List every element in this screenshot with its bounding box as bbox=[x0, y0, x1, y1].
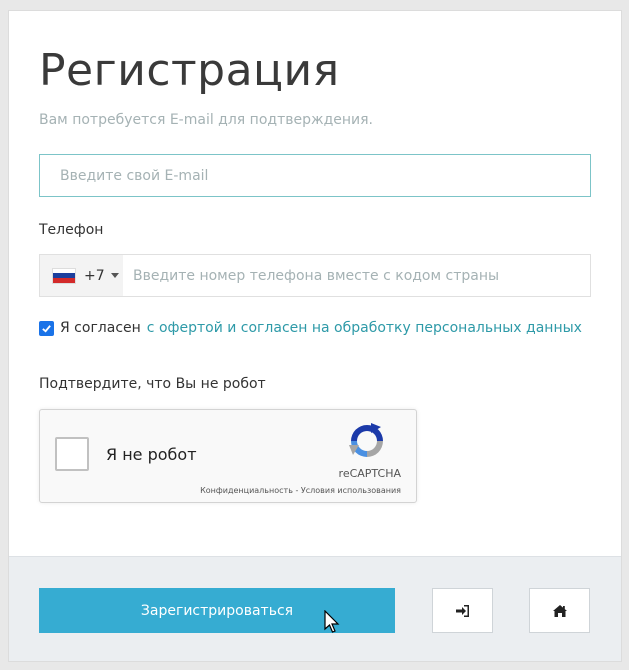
agreement-row: Я согласен с офертой и согласен на обраб… bbox=[39, 320, 582, 336]
phone-field: +7 bbox=[39, 254, 591, 297]
sign-in-icon bbox=[455, 604, 469, 617]
login-button[interactable] bbox=[432, 588, 493, 633]
recaptcha-logo-icon bbox=[349, 423, 383, 457]
page-title: Регистрация bbox=[39, 45, 340, 96]
email-input[interactable] bbox=[39, 154, 591, 197]
home-button[interactable] bbox=[529, 588, 590, 633]
agreement-checkbox[interactable] bbox=[39, 320, 54, 336]
agreement-text: Я согласен bbox=[60, 320, 141, 336]
robot-check-label: Подтвердите, что Вы не робот bbox=[39, 376, 266, 392]
form-footer: Зарегистрироваться bbox=[9, 556, 621, 661]
registration-card: Регистрация Вам потребуется E-mail для п… bbox=[8, 10, 622, 662]
country-dial-code: +7 bbox=[84, 267, 105, 284]
caret-down-icon bbox=[110, 273, 119, 278]
phone-label: Телефон bbox=[39, 222, 104, 238]
recaptcha-terms-link[interactable]: Конфиденциальность - Условия использован… bbox=[200, 486, 401, 495]
recaptcha-brand: reCAPTCHA bbox=[338, 467, 401, 480]
agreement-link[interactable]: с офертой и согласен на обработку персон… bbox=[147, 320, 582, 336]
phone-input[interactable] bbox=[123, 255, 590, 296]
recaptcha-label: Я не робот bbox=[106, 445, 197, 464]
recaptcha-widget: Я не робот reCAPTCHA Конфиденциальность … bbox=[39, 409, 417, 503]
register-button[interactable]: Зарегистрироваться bbox=[39, 588, 395, 633]
russia-flag-icon bbox=[52, 267, 76, 284]
check-icon bbox=[42, 324, 51, 333]
recaptcha-checkbox[interactable] bbox=[55, 437, 89, 471]
page-subtitle: Вам потребуется E-mail для подтверждения… bbox=[39, 112, 374, 128]
home-icon bbox=[552, 604, 567, 617]
country-code-select[interactable]: +7 bbox=[40, 255, 123, 296]
